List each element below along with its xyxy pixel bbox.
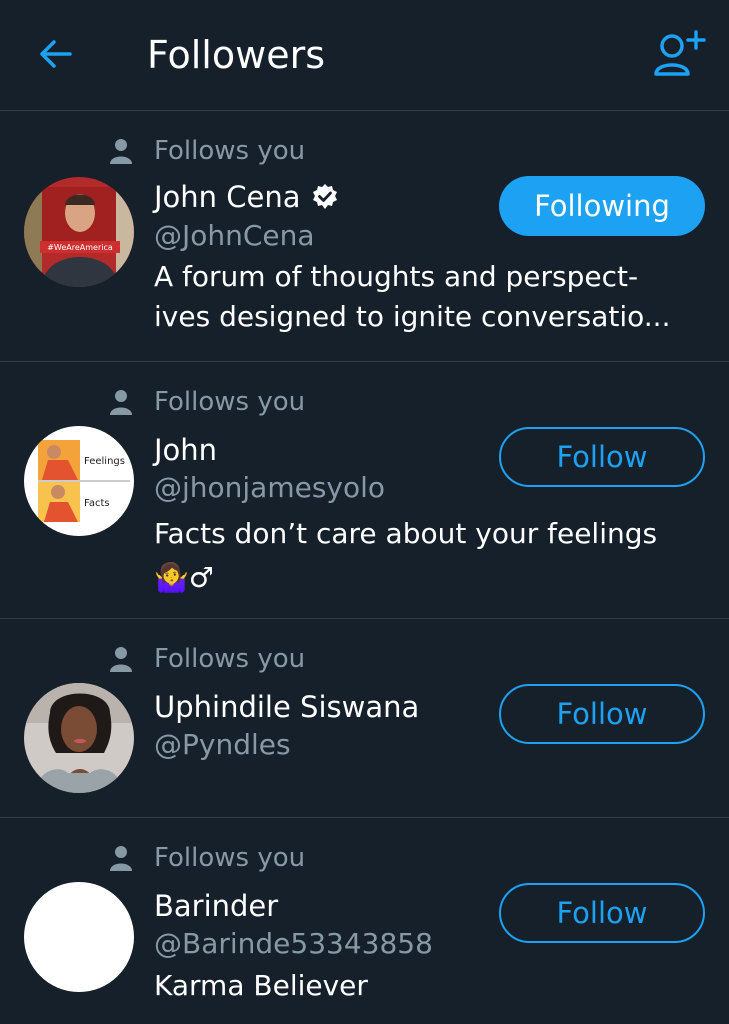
name-line: Barinder bbox=[154, 886, 278, 926]
follows-you-indicator: Follows you bbox=[110, 384, 305, 420]
display-name[interactable]: Barinder bbox=[154, 886, 278, 926]
user-handle: @jhonjamesyolo bbox=[154, 471, 386, 504]
bio-line: 🤷‍♀️♂ bbox=[154, 561, 214, 594]
display-name[interactable]: John Cena bbox=[154, 177, 301, 217]
svg-text:Feelings: Feelings bbox=[84, 456, 125, 467]
follower-row[interactable]: Follows you Feelings Facts John @jhonjam… bbox=[0, 362, 729, 619]
follows-you-label: Follows you bbox=[154, 644, 306, 674]
bio-line: A forum of thoughts and perspect- bbox=[154, 260, 639, 293]
person-icon bbox=[110, 647, 132, 672]
bio-line: Karma Believer bbox=[154, 969, 368, 1002]
follows-you-label: Follows you bbox=[154, 136, 306, 166]
svg-text:Facts: Facts bbox=[84, 498, 110, 509]
person-icon bbox=[110, 390, 132, 415]
add-user-button[interactable] bbox=[648, 22, 712, 82]
name-line: Uphindile Siswana bbox=[154, 687, 419, 727]
follower-row[interactable]: Follows you Uphindile Siswana @Pyndles F… bbox=[0, 619, 729, 818]
avatar[interactable] bbox=[24, 683, 134, 793]
follows-you-label: Follows you bbox=[154, 387, 306, 417]
avatar[interactable]: #WeAreAmerica bbox=[24, 177, 134, 287]
person-icon bbox=[110, 846, 132, 871]
follows-you-indicator: Follows you bbox=[110, 641, 305, 677]
name-line: John Cena bbox=[154, 177, 339, 217]
name-line: John bbox=[154, 430, 217, 470]
follow-button[interactable]: Follow bbox=[499, 427, 705, 487]
display-name[interactable]: Uphindile Siswana bbox=[154, 687, 419, 727]
follower-row[interactable]: Follows you Barinder @Barinde53343858 Ka… bbox=[0, 818, 729, 1024]
verified-badge-icon bbox=[312, 184, 337, 209]
page-title: Followers bbox=[147, 33, 325, 77]
top-app-bar: Followers bbox=[0, 0, 729, 111]
person-icon bbox=[110, 139, 132, 164]
add-user-icon bbox=[654, 30, 706, 76]
following-button[interactable]: Following bbox=[499, 176, 705, 236]
avatar[interactable]: Feelings Facts bbox=[24, 426, 134, 536]
avatar-image bbox=[24, 683, 134, 793]
bio-line: ives designed to ignite conversatio... bbox=[154, 300, 671, 333]
user-handle: @Pyndles bbox=[154, 728, 291, 761]
follows-you-indicator: Follows you bbox=[110, 840, 305, 876]
follower-row[interactable]: Follows you #WeAreAmerica John Cena @Joh… bbox=[0, 111, 729, 362]
avatar-image: #WeAreAmerica bbox=[24, 177, 134, 287]
follow-button[interactable]: Follow bbox=[499, 684, 705, 744]
arrow-left-icon bbox=[40, 40, 72, 68]
avatar-image: Feelings Facts bbox=[24, 426, 134, 536]
user-handle: @Barinde53343858 bbox=[154, 927, 433, 960]
svg-text:#WeAreAmerica: #WeAreAmerica bbox=[47, 243, 113, 252]
back-button[interactable] bbox=[30, 30, 82, 78]
display-name[interactable]: John bbox=[154, 430, 217, 470]
follows-you-indicator: Follows you bbox=[110, 133, 305, 169]
follows-you-label: Follows you bbox=[154, 843, 306, 873]
avatar[interactable] bbox=[24, 882, 134, 992]
bio-line: Facts don’t care about your feelings bbox=[154, 517, 658, 550]
follow-button[interactable]: Follow bbox=[499, 883, 705, 943]
user-handle: @JohnCena bbox=[154, 219, 315, 252]
